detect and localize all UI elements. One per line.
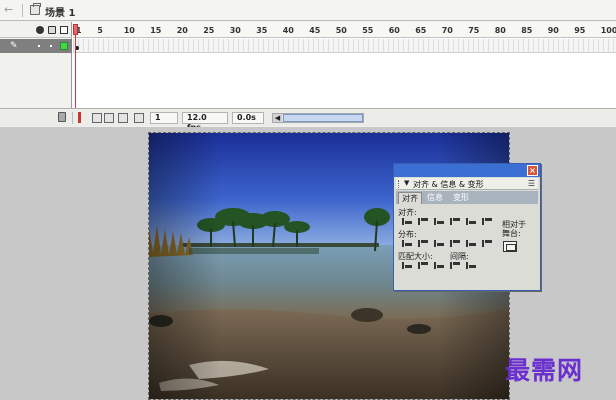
edit-multiple-frames-icon[interactable] [118,113,128,123]
frame-tick: 30 [229,26,241,35]
layer-color-swatch[interactable] [60,42,68,50]
frame-tick: 10 [123,26,135,35]
onion-skin-outline-icon[interactable] [104,113,114,123]
dist-left-icon[interactable] [450,239,461,248]
frame-tick: 75 [468,26,480,35]
align-bottom-icon[interactable] [482,217,493,226]
frame-tick: 40 [282,26,294,35]
frame-tick: 70 [441,26,453,35]
dist-top-icon[interactable] [402,239,413,248]
separator [72,112,73,124]
eye-icon[interactable] [36,26,44,34]
outline-icon[interactable] [60,26,68,34]
layer-row[interactable]: ✎ [0,39,72,53]
dist-right-icon[interactable] [482,239,493,248]
timeline-panel: ✎ 1 5 10 15 20 25 30 35 40 45 50 55 60 65 70 75 80 85 90 95… [0,22,616,132]
lock-icon[interactable] [48,26,56,34]
frame-rate-field[interactable]: 12.0 fps [182,112,228,132]
frame-tick: 60 [388,26,400,35]
frame-tick: 55 [362,26,374,35]
align-h-center-icon[interactable] [418,217,429,226]
panel-header[interactable]: ▼ 对齐 & 信息 & 变形 ☰ [396,178,538,190]
frame-ruler[interactable]: 1 5 10 15 20 25 30 35 40 45 50 55 60 65 70 75 80 85 90 95 10… [73,22,616,38]
pencil-icon: ✎ [10,41,18,51]
align-right-icon[interactable] [434,217,445,226]
watermark-logo: 最需网 [505,356,584,385]
scene-icon [30,3,41,15]
playhead-line [75,35,76,108]
frame-tick: 45 [309,26,321,35]
timeline-scrollbar[interactable]: ◀ [272,113,364,123]
tab-align[interactable]: 对齐 [398,192,422,204]
tab-transform[interactable]: 变形 [450,192,472,204]
center-frame-icon[interactable] [78,112,81,123]
onion-skin-icon[interactable] [92,113,102,123]
timeline-status-bar: 1 12.0 fps 0.0s ◀ [0,108,616,132]
frame-tick: 35 [256,26,268,35]
dist-v-center-icon[interactable] [418,239,429,248]
frame-tick: 15 [150,26,162,35]
panel-titlebar[interactable]: × [394,164,540,177]
match-height-icon[interactable] [418,261,429,270]
panel-tabs: 对齐 信息 变形 [396,191,538,204]
modify-onion-markers-icon[interactable] [134,113,144,123]
tab-info[interactable]: 信息 [424,192,446,204]
scene-name[interactable]: 场景 1 [45,4,75,19]
frame-tick: 80 [494,26,506,35]
frame-tick: 5 [97,26,103,35]
layer-list: ✎ [0,22,72,108]
trash-icon[interactable] [58,112,66,122]
scroll-thumb[interactable] [283,114,363,122]
panel-title: 对齐 & 信息 & 变形 [413,180,484,189]
back-arrow-icon[interactable]: ← [4,3,13,16]
scene-bar: ← 场景 1 [0,0,616,21]
match-both-icon[interactable] [434,261,445,270]
to-stage-label-2: 舞台: [502,229,521,238]
frame-tick: 90 [547,26,559,35]
frame-tick: 25 [203,26,215,35]
align-panel: × ▼ 对齐 & 信息 & 变形 ☰ 对齐 信息 变形 对齐: 分布: 匹配大小… [393,163,541,291]
frame-tick: 65 [415,26,427,35]
space-v-icon[interactable] [450,261,461,270]
collapse-arrow-icon[interactable]: ▼ [404,179,409,187]
to-stage-button[interactable] [503,241,517,252]
playhead[interactable] [73,24,78,35]
current-frame-field: 1 [150,112,178,124]
frame-tick: 100 [600,26,616,35]
layer-header [0,22,72,38]
space-h-icon[interactable] [466,261,477,270]
dist-h-center-icon[interactable] [466,239,477,248]
frame-tick: 50 [335,26,347,35]
align-v-center-icon[interactable] [466,217,477,226]
dist-bottom-icon[interactable] [434,239,445,248]
separator [22,4,23,17]
panel-options-icon[interactable]: ☰ [528,179,535,188]
scroll-left-icon[interactable]: ◀ [273,114,282,122]
align-top-icon[interactable] [450,217,461,226]
visibility-dot[interactable] [38,45,40,47]
frame-tick: 20 [176,26,188,35]
align-left-icon[interactable] [402,217,413,226]
frame-tick: 85 [521,26,533,35]
grip-icon[interactable] [398,180,400,188]
lock-dot[interactable] [50,45,52,47]
frame-cells[interactable] [73,39,616,53]
close-button[interactable]: × [527,165,538,176]
match-width-icon[interactable] [402,261,413,270]
elapsed-time-field: 0.0s [232,112,264,124]
frame-tick: 95 [574,26,586,35]
